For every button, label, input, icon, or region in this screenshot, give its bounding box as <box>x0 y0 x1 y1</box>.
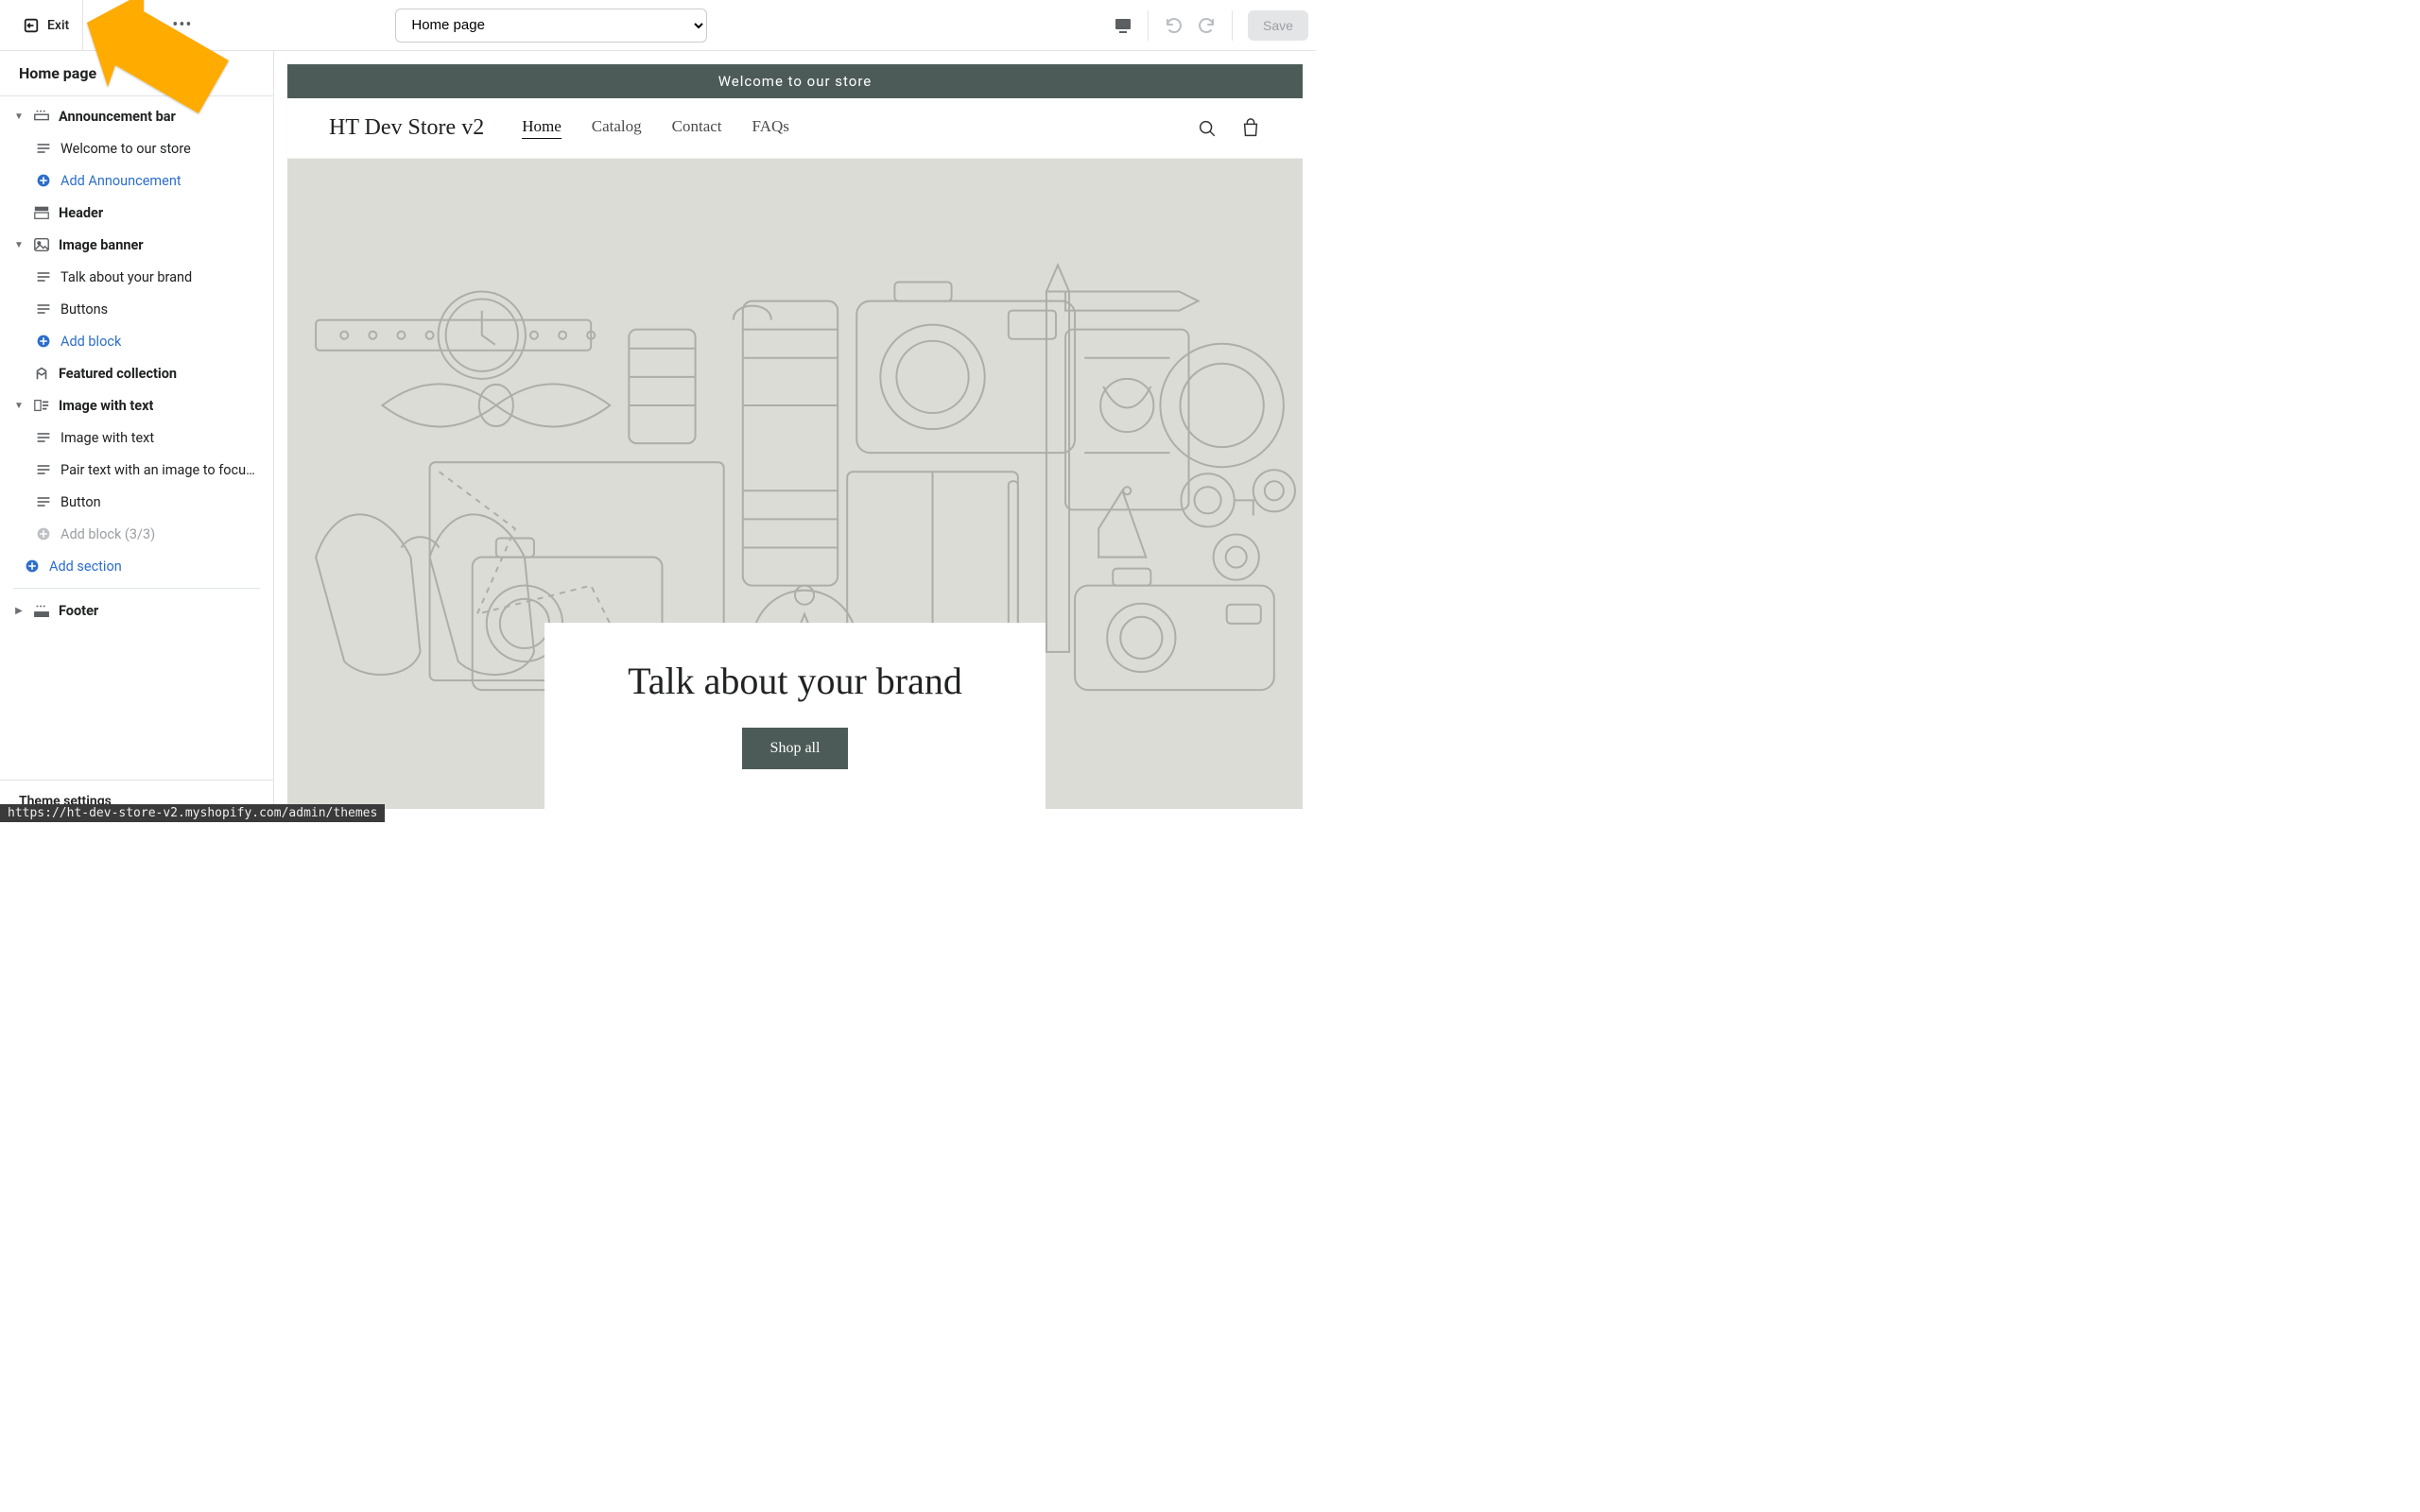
add-icon <box>34 173 53 188</box>
live-label: Live <box>124 18 146 32</box>
tree-label: Image with text <box>60 430 154 446</box>
hero-cta-button[interactable]: Shop all <box>742 728 849 769</box>
monitor-icon <box>1114 16 1132 35</box>
chevron-icon[interactable]: ▼ <box>13 401 25 411</box>
tree-label: Welcome to our store <box>60 141 191 157</box>
viewport-desktop-button[interactable] <box>1106 9 1140 43</box>
tree-section[interactable]: ▼ Announcement bar <box>9 100 264 132</box>
nav-catalog[interactable]: Catalog <box>592 117 642 139</box>
text-icon <box>34 269 53 284</box>
exit-icon <box>23 17 40 34</box>
collection-icon <box>32 365 51 382</box>
nav-faqs[interactable]: FAQs <box>752 117 789 139</box>
tree-block[interactable]: Add block (3/3) <box>9 518 264 550</box>
text-icon <box>34 462 53 477</box>
undo-icon <box>1164 16 1183 35</box>
tree-block[interactable]: Button <box>9 486 264 518</box>
redo-button[interactable] <box>1190 9 1224 43</box>
section-tree: ▼ Announcement bar Welcome to our store Add… <box>0 96 273 780</box>
image-icon <box>32 236 51 253</box>
tree-block[interactable]: Buttons <box>9 293 264 325</box>
tree-section[interactable]: Header <box>9 197 264 229</box>
exit-button[interactable]: Exit <box>15 17 77 34</box>
add-icon <box>34 334 53 349</box>
tree-block[interactable]: Talk about your brand <box>9 261 264 293</box>
preview-canvas: Welcome to our store HT Dev Store v2 Hom… <box>274 51 1316 822</box>
tree-block[interactable]: Welcome to our store <box>9 132 264 164</box>
header-icon <box>32 204 51 221</box>
hero-banner[interactable]: Talk about your brand Shop all <box>287 159 1303 809</box>
page-select-input[interactable]: Home page <box>395 9 707 43</box>
tree-label: Featured collection <box>59 366 177 382</box>
nav-contact[interactable]: Contact <box>672 117 722 139</box>
live-dot-icon <box>111 22 118 29</box>
live-badge: Live <box>104 15 155 35</box>
hero-card: Talk about your brand Shop all <box>544 623 1046 809</box>
topbar: Exit Live ••• Home page Save <box>0 0 1316 51</box>
text-icon <box>34 301 53 317</box>
page-selector[interactable]: Home page <box>395 9 707 43</box>
store-brand[interactable]: HT Dev Store v2 <box>329 115 484 141</box>
sidebar: Home page ▼ Announcement bar Welcome to ou… <box>0 51 274 822</box>
search-icon[interactable] <box>1197 118 1218 139</box>
announcement-icon <box>32 108 51 125</box>
tree-label: Button <box>60 494 101 510</box>
chevron-icon[interactable]: ▶ <box>13 606 25 616</box>
tree-section[interactable]: ▼ Image with text <box>9 389 264 421</box>
redo-icon <box>1198 16 1217 35</box>
tree-label: Add Announcement <box>60 173 182 189</box>
nav-home[interactable]: Home <box>522 117 562 139</box>
tree-block[interactable]: Pair text with an image to focu… <box>9 454 264 486</box>
undo-button[interactable] <box>1156 9 1190 43</box>
add-icon <box>34 526 53 541</box>
tree-label: Image with text <box>59 398 153 414</box>
tree-label: Footer <box>59 603 98 619</box>
tree-label: Announcement bar <box>59 109 176 125</box>
footer-icon <box>32 602 51 619</box>
status-bar-url: https://ht-dev-store-v2.myshopify.com/ad… <box>0 804 385 822</box>
more-menu[interactable]: ••• <box>168 11 196 39</box>
tree-block[interactable]: Image with text <box>9 421 264 454</box>
exit-label: Exit <box>47 18 69 33</box>
add-section-label: Add section <box>49 558 122 575</box>
tree-section[interactable]: ▶ Footer <box>9 594 264 627</box>
text-icon <box>34 494 53 509</box>
cart-icon[interactable] <box>1240 118 1261 139</box>
main-nav: Home Catalog Contact FAQs <box>522 117 789 139</box>
save-button[interactable]: Save <box>1248 10 1308 41</box>
chevron-icon[interactable]: ▼ <box>13 240 25 250</box>
add-section-button[interactable]: Add section <box>9 550 264 582</box>
hero-title: Talk about your brand <box>573 659 1017 703</box>
tree-label: Pair text with an image to focu… <box>60 462 255 478</box>
tree-label: Image banner <box>59 237 144 253</box>
imgtext-icon <box>32 397 51 414</box>
tree-section[interactable]: Featured collection <box>9 357 264 389</box>
tree-section[interactable]: ▼ Image banner <box>9 229 264 261</box>
text-icon <box>34 430 53 445</box>
sidebar-title: Home page <box>0 51 273 96</box>
announcement-bar[interactable]: Welcome to our store <box>287 64 1303 98</box>
chevron-icon[interactable]: ▼ <box>13 112 25 122</box>
tree-label: Add block (3/3) <box>60 526 155 542</box>
tree-block[interactable]: Add block <box>9 325 264 357</box>
tree-label: Buttons <box>60 301 108 318</box>
add-icon <box>23 558 42 574</box>
site-header: HT Dev Store v2 Home Catalog Contact FAQ… <box>287 98 1303 159</box>
tree-label: Header <box>59 205 103 221</box>
tree-label: Talk about your brand <box>60 269 192 285</box>
text-icon <box>34 141 53 156</box>
tree-block[interactable]: Add Announcement <box>9 164 264 197</box>
tree-label: Add block <box>60 334 121 350</box>
